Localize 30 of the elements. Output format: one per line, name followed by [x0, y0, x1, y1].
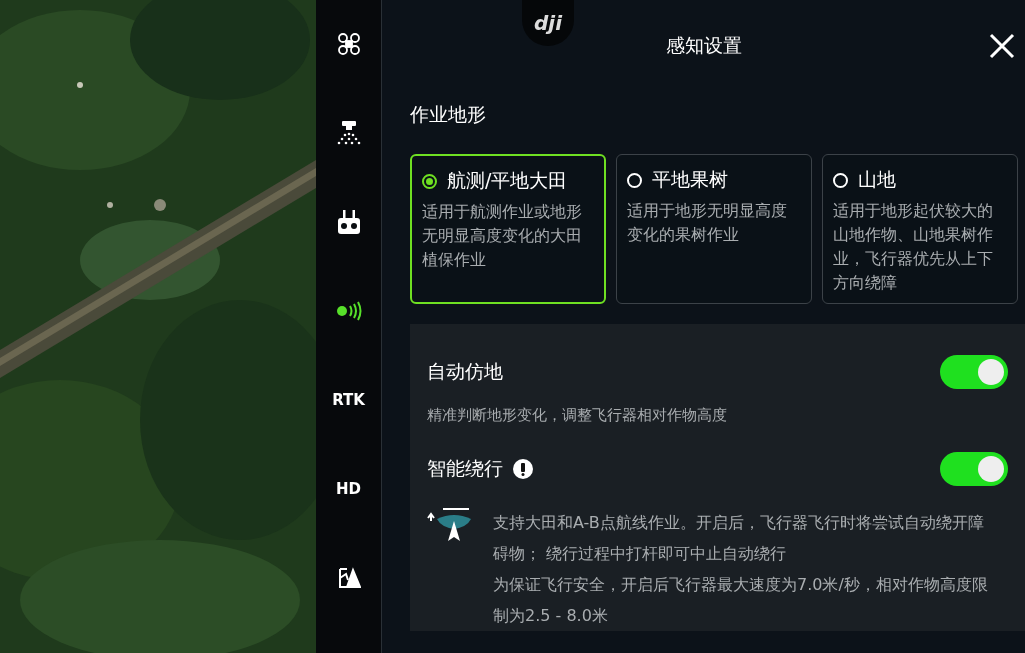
- option-description: 适用于航测作业或地形无明显高度变化的大田植保作业: [422, 202, 583, 271]
- terrain-option-card[interactable]: 平地果树 适用于地形无明显高度变化的果树作业: [616, 154, 812, 304]
- setting-note: 支持大田和A-B点航线作业。开启后，飞行器飞行时将尝试自动绕开障碍物； 绕行过程中打杆即可中止自动绕行: [493, 512, 985, 565]
- warning-icon[interactable]: [513, 459, 533, 479]
- option-title: 航测/平地大田: [447, 168, 568, 193]
- setting-label: 自动仿地: [427, 359, 503, 384]
- sprayer-icon[interactable]: [336, 119, 361, 146]
- setting-description: 精准判断地形变化，调整飞行器相对作物高度: [427, 406, 728, 425]
- terrain-option-card[interactable]: 航测/平地大田 适用于航测作业或地形无明显高度变化的大田植保作业: [410, 154, 606, 304]
- radio-button[interactable]: [422, 173, 437, 189]
- rail-tab[interactable]: HD: [320, 467, 377, 510]
- close-icon[interactable]: [989, 33, 1015, 59]
- rail-tab[interactable]: RTK: [320, 378, 377, 421]
- option-title: 山地: [858, 167, 896, 192]
- logo: dji: [522, 0, 574, 46]
- obstacle-avoidance-icon: [427, 507, 471, 543]
- setting-label: 智能绕行: [427, 456, 503, 481]
- setting-note: 为保证飞行安全，开启后飞行器最大速度为7.0米/秒，相对作物高度限制为2.5 - 8.0米: [493, 574, 989, 627]
- terrain-icon[interactable]: [336, 565, 361, 590]
- panel-title: 感知设置: [665, 33, 742, 58]
- terrain-option-card[interactable]: 山地 适用于地形起伏较大的山地作物、山地果树作业，飞行器优先从上下方向绕障: [822, 154, 1018, 304]
- drone-icon[interactable]: [336, 31, 361, 56]
- toggle-switch[interactable]: [940, 355, 1008, 389]
- toggle-switch[interactable]: [940, 452, 1008, 486]
- option-title: 平地果树: [652, 167, 728, 192]
- section-title: 作业地形: [410, 102, 487, 127]
- option-description: 适用于地形无明显高度变化的果树作业: [627, 201, 788, 246]
- remote-controller-icon[interactable]: [336, 208, 361, 235]
- signal-icon[interactable]: [334, 300, 363, 321]
- option-description: 适用于地形起伏较大的山地作物、山地果树作业，飞行器优先从上下方向绕障: [833, 201, 994, 294]
